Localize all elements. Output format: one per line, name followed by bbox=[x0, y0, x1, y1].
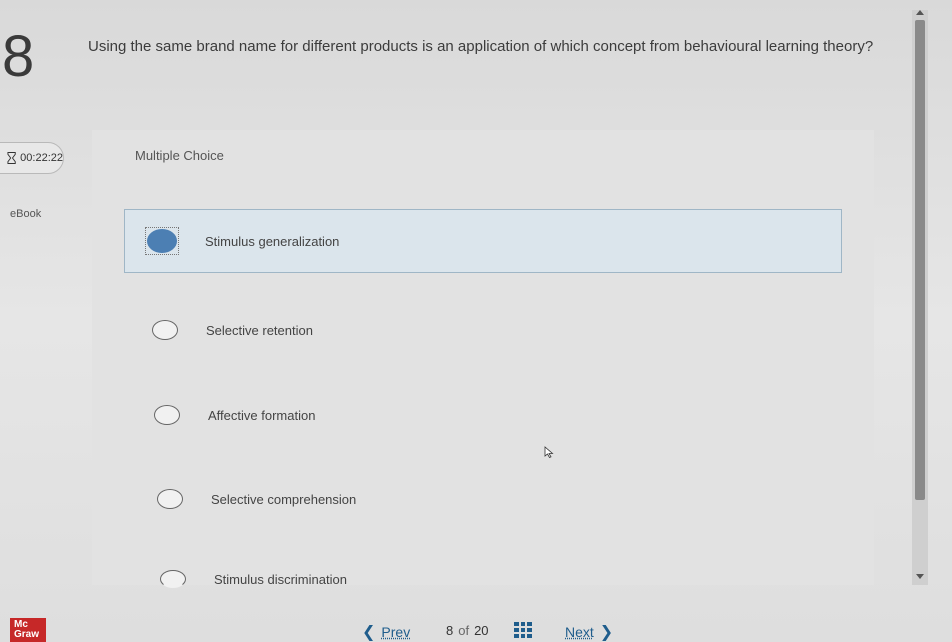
mouse-cursor-icon bbox=[544, 446, 554, 458]
timer[interactable]: 00:22:22 bbox=[0, 142, 64, 174]
question-type-label: Multiple Choice bbox=[135, 148, 224, 163]
quiz-page: 8 Using the same brand name for differen… bbox=[0, 0, 952, 642]
radio-button[interactable] bbox=[152, 320, 178, 340]
question-text: Using the same brand name for different … bbox=[88, 38, 874, 55]
hourglass-icon bbox=[7, 152, 16, 164]
chevron-left-icon: ❮ bbox=[362, 624, 376, 641]
choice-option-4[interactable]: Selective comprehension bbox=[157, 489, 356, 509]
choice-option-1[interactable]: Stimulus generalization bbox=[124, 209, 842, 273]
radio-button[interactable] bbox=[154, 405, 180, 425]
radio-button[interactable] bbox=[160, 570, 186, 588]
logo-line-2: Graw bbox=[14, 629, 40, 640]
choice-label: Stimulus generalization bbox=[205, 233, 340, 249]
ebook-link[interactable]: eBook bbox=[10, 208, 41, 220]
radio-button-selected[interactable] bbox=[147, 229, 177, 253]
scroll-down-icon[interactable] bbox=[916, 574, 924, 579]
prev-label: Prev bbox=[381, 624, 411, 640]
choice-option-3[interactable]: Affective formation bbox=[154, 405, 315, 425]
current-page: 8 bbox=[446, 623, 454, 638]
footer-nav: Mc Graw ❮ Prev 8 of 20 Next ❯ bbox=[0, 612, 952, 642]
next-label: Next bbox=[565, 624, 594, 640]
radio-button[interactable] bbox=[157, 489, 183, 509]
vertical-scrollbar[interactable] bbox=[912, 10, 928, 585]
choice-label: Stimulus discrimination bbox=[214, 571, 347, 587]
next-button[interactable]: Next ❯ bbox=[565, 622, 619, 642]
choice-label: Selective comprehension bbox=[211, 491, 357, 507]
timer-value: 00:22:22 bbox=[20, 152, 63, 164]
question-panel bbox=[92, 130, 874, 585]
chevron-right-icon: ❯ bbox=[599, 624, 614, 641]
scroll-up-icon[interactable] bbox=[916, 10, 924, 15]
choice-label: Affective formation bbox=[208, 407, 316, 423]
choice-option-5[interactable]: Stimulus discrimination bbox=[160, 570, 347, 588]
prev-button[interactable]: ❮ Prev bbox=[356, 622, 410, 642]
question-number: 8 bbox=[2, 24, 35, 89]
question-grid-icon[interactable] bbox=[514, 622, 532, 638]
total-pages: 20 bbox=[474, 623, 489, 638]
page-indicator: 8 of 20 bbox=[446, 623, 489, 638]
choice-option-2[interactable]: Selective retention bbox=[152, 320, 313, 340]
of-label: of bbox=[458, 623, 470, 638]
radio-focus-ring bbox=[145, 227, 179, 255]
mcgraw-hill-logo: Mc Graw bbox=[10, 618, 46, 642]
choice-label: Selective retention bbox=[206, 322, 313, 338]
scrollbar-thumb[interactable] bbox=[915, 20, 925, 500]
